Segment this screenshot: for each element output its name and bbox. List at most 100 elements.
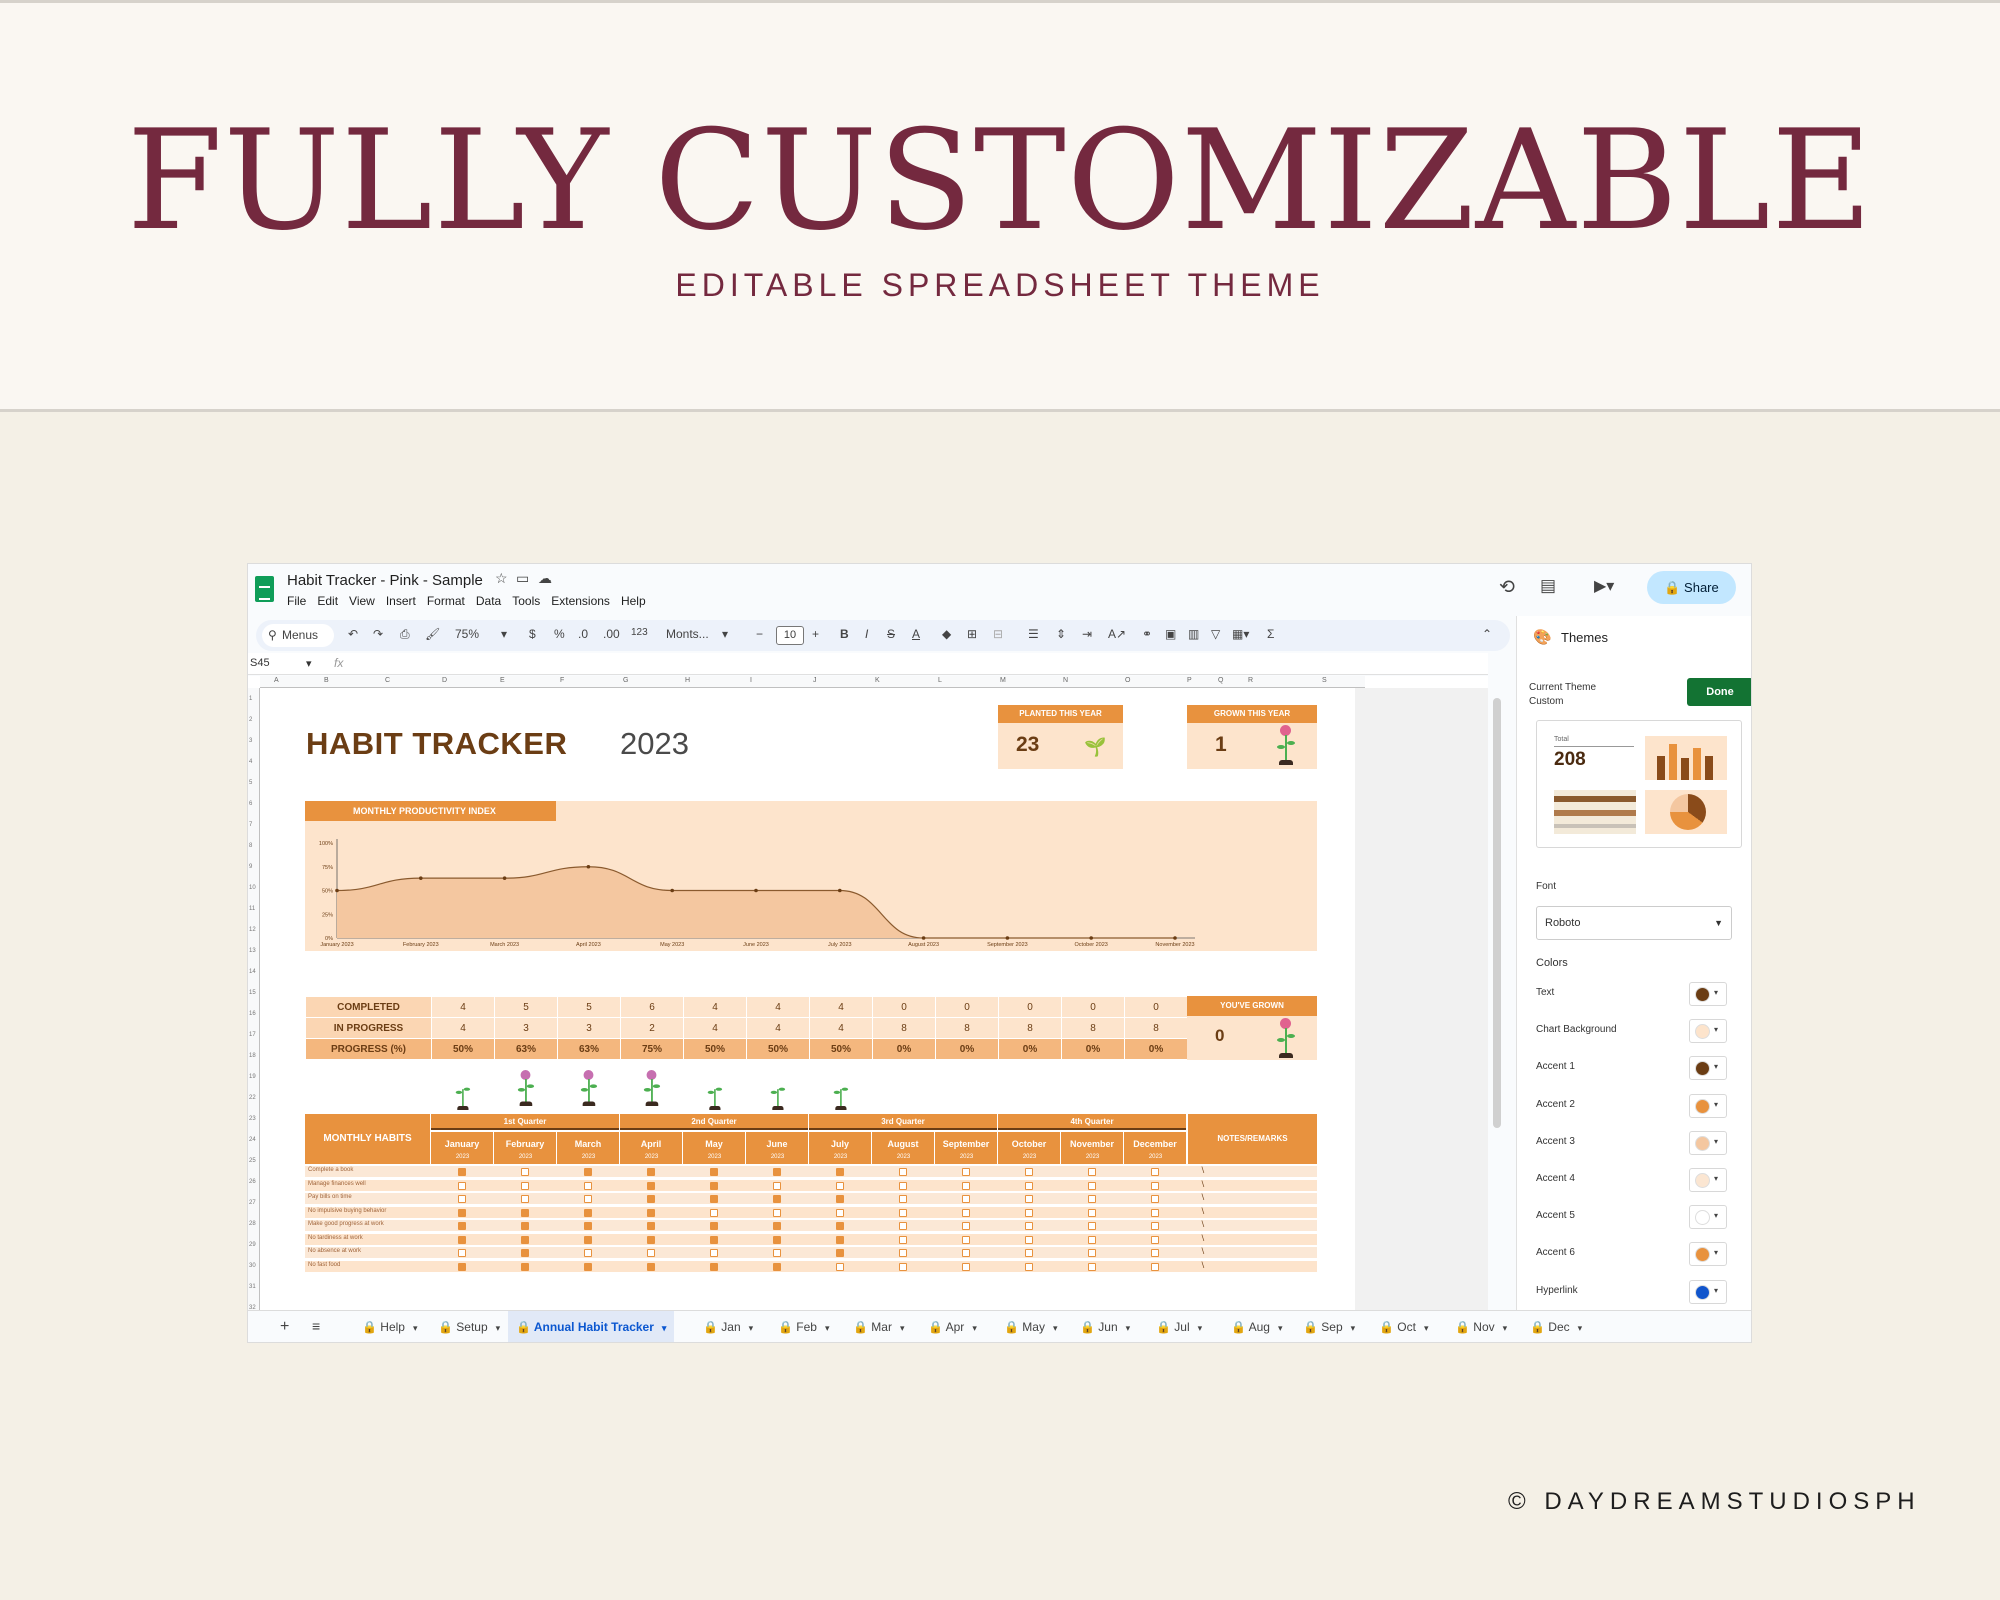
row-header[interactable]: 1: [249, 696, 252, 702]
collapse-toolbar-icon[interactable]: ⌃: [1482, 627, 1492, 641]
habit-checkbox[interactable]: [521, 1168, 529, 1176]
column-header[interactable]: A: [274, 677, 279, 684]
row-header[interactable]: 30: [249, 1263, 256, 1269]
column-header[interactable]: I: [750, 677, 752, 684]
merge-cells-icon[interactable]: ⊟: [993, 627, 1003, 641]
column-header[interactable]: O: [1125, 677, 1130, 684]
summary-cell[interactable]: 0%: [998, 1038, 1062, 1060]
chevron-down-icon[interactable]: ▾: [972, 1323, 977, 1333]
row-header[interactable]: 6: [249, 801, 252, 807]
summary-cell[interactable]: 0: [998, 996, 1062, 1018]
name-box[interactable]: S45: [250, 657, 270, 669]
vertical-align-icon[interactable]: ⇕: [1056, 627, 1066, 641]
habit-checkbox[interactable]: [1088, 1195, 1096, 1203]
font-select[interactable]: Monts...: [666, 627, 709, 641]
habit-checkbox[interactable]: [1025, 1222, 1033, 1230]
habit-checkbox[interactable]: [1088, 1222, 1096, 1230]
menu-data[interactable]: Data: [476, 594, 501, 608]
habit-checkbox[interactable]: [899, 1249, 907, 1257]
filter-views-icon[interactable]: ▦▾: [1232, 627, 1249, 641]
row-header[interactable]: 19: [249, 1074, 256, 1080]
habit-checkbox[interactable]: [836, 1181, 844, 1190]
vertical-scrollbar[interactable]: [1493, 698, 1501, 1128]
chevron-down-icon[interactable]: ▾: [496, 1323, 501, 1333]
habit-checkbox[interactable]: [962, 1208, 970, 1217]
habit-checkbox[interactable]: [521, 1181, 529, 1190]
chevron-down-icon[interactable]: ▾: [900, 1323, 905, 1333]
summary-cell[interactable]: 63%: [494, 1038, 558, 1060]
habit-checkbox[interactable]: [647, 1222, 655, 1230]
row-header[interactable]: 15: [249, 990, 256, 996]
chevron-down-icon[interactable]: ▾: [1351, 1323, 1356, 1333]
summary-cell[interactable]: 0: [1124, 996, 1188, 1018]
habit-checkbox[interactable]: [584, 1168, 592, 1176]
summary-cell[interactable]: 4: [683, 1017, 747, 1039]
habit-checkbox[interactable]: [1088, 1168, 1096, 1176]
column-header[interactable]: M: [1000, 677, 1006, 684]
chevron-down-icon[interactable]: ▾: [413, 1323, 418, 1333]
menu-help[interactable]: Help: [621, 594, 646, 608]
summary-cell[interactable]: 0%: [1124, 1038, 1188, 1060]
menu-extensions[interactable]: Extensions: [551, 594, 610, 608]
insert-comment-icon[interactable]: ▣: [1165, 627, 1176, 641]
chevron-down-icon[interactable]: ▾: [1424, 1323, 1429, 1333]
summary-cell[interactable]: 4: [746, 1017, 810, 1039]
row-header[interactable]: 4: [249, 759, 252, 765]
column-header[interactable]: K: [875, 677, 880, 684]
habit-checkbox[interactable]: [1151, 1222, 1159, 1230]
chevron-down-icon[interactable]: ▾: [1503, 1323, 1508, 1333]
theme-preview[interactable]: Total 208: [1536, 720, 1742, 848]
zoom-select[interactable]: 75%: [455, 627, 479, 641]
notes-cell[interactable]: ∖: [1200, 1220, 1205, 1229]
chevron-down-icon[interactable]: ▾: [825, 1323, 830, 1333]
sheet-tab[interactable]: 🔒 Jun ▾: [1072, 1311, 1138, 1342]
summary-cell[interactable]: 5: [494, 996, 558, 1018]
summary-cell[interactable]: 50%: [809, 1038, 873, 1060]
habit-checkbox[interactable]: [521, 1208, 529, 1217]
notes-cell[interactable]: ∖: [1200, 1180, 1205, 1189]
summary-cell[interactable]: 4: [746, 996, 810, 1018]
habit-checkbox[interactable]: [647, 1262, 655, 1271]
habit-checkbox[interactable]: [962, 1195, 970, 1203]
habit-checkbox[interactable]: [773, 1222, 781, 1230]
summary-cell[interactable]: 2: [620, 1017, 684, 1039]
menu-edit[interactable]: Edit: [317, 594, 338, 608]
habit-checkbox[interactable]: [710, 1181, 718, 1190]
undo-icon[interactable]: ↶: [348, 627, 358, 641]
column-header[interactable]: F: [560, 677, 564, 684]
filter-icon[interactable]: ▽: [1211, 627, 1220, 641]
habit-checkbox[interactable]: [836, 1235, 844, 1244]
habit-checkbox[interactable]: [836, 1262, 844, 1271]
bold-icon[interactable]: B: [840, 627, 849, 641]
habit-checkbox[interactable]: [1151, 1195, 1159, 1203]
habit-checkbox[interactable]: [458, 1262, 466, 1271]
column-header[interactable]: D: [442, 677, 447, 684]
color-picker-button[interactable]: ▾: [1689, 982, 1727, 1006]
habit-checkbox[interactable]: [1151, 1168, 1159, 1176]
habit-checkbox[interactable]: [899, 1222, 907, 1230]
habit-checkbox[interactable]: [458, 1235, 466, 1244]
habit-checkbox[interactable]: [1151, 1208, 1159, 1217]
row-header[interactable]: 10: [249, 885, 256, 891]
habit-checkbox[interactable]: [521, 1262, 529, 1271]
row-header[interactable]: 23: [249, 1116, 256, 1122]
habit-checkbox[interactable]: [647, 1195, 655, 1203]
column-header[interactable]: L: [938, 677, 942, 684]
habit-checkbox[interactable]: [584, 1235, 592, 1244]
sheet-grid[interactable]: ABCDEFGHIJKLMNOPQRS 1 2 3 4 5 6 7 8 9 10 11 12 13 14 1…: [248, 676, 1488, 1310]
color-picker-button[interactable]: ▾: [1689, 1093, 1727, 1118]
habit-checkbox[interactable]: [836, 1222, 844, 1230]
habit-checkbox[interactable]: [899, 1181, 907, 1190]
habit-checkbox[interactable]: [962, 1249, 970, 1257]
column-header[interactable]: S: [1322, 677, 1327, 684]
habit-checkbox[interactable]: [773, 1168, 781, 1176]
sheet-tab[interactable]: 🔒 Nov ▾: [1447, 1311, 1515, 1342]
color-picker-button[interactable]: ▾: [1689, 1130, 1727, 1155]
summary-cell[interactable]: 0%: [872, 1038, 936, 1060]
color-picker-button[interactable]: ▾: [1689, 1279, 1727, 1304]
habit-checkbox[interactable]: [899, 1262, 907, 1271]
chevron-down-icon[interactable]: ▾: [662, 1323, 667, 1333]
habit-checkbox[interactable]: [1025, 1181, 1033, 1190]
habit-checkbox[interactable]: [836, 1249, 844, 1257]
color-picker-button[interactable]: ▾: [1689, 1205, 1727, 1230]
